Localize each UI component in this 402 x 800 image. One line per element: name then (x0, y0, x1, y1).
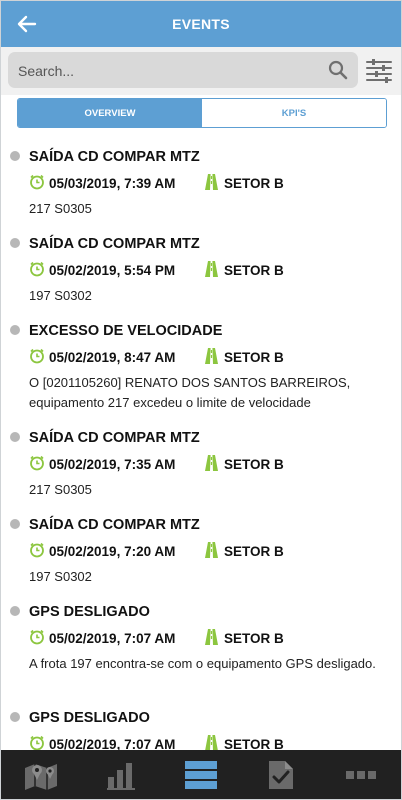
nav-checklist[interactable] (241, 750, 321, 799)
nav-map[interactable] (1, 750, 81, 799)
event-description: A frota 197 encontra-se com o equipament… (29, 656, 376, 671)
event-datetime: 05/03/2019, 7:39 AM (49, 176, 176, 191)
clock-icon (30, 261, 44, 277)
event-title: EXCESSO DE VELOCIDADE (29, 323, 223, 339)
event-meta: 05/03/2019, 7:39 AM SETOR B (29, 174, 389, 194)
event-sector: SETOR B (224, 737, 284, 750)
event-sector: SETOR B (224, 350, 284, 365)
status-dot (10, 238, 20, 248)
event-datetime: 05/02/2019, 5:54 PM (49, 263, 176, 278)
event-title: SAÍDA CD COMPAR MTZ (29, 517, 200, 533)
road-icon (205, 735, 218, 750)
event-sector: SETOR B (224, 263, 284, 278)
page-title: EVENTS (172, 16, 230, 32)
nav-more[interactable] (321, 750, 401, 799)
clock-icon (30, 348, 44, 364)
event-meta: 05/02/2019, 5:54 PM SETOR B (29, 261, 389, 281)
event-meta: 05/02/2019, 8:47 AM SETOR B (29, 348, 389, 368)
event-title: SAÍDA CD COMPAR MTZ (29, 236, 200, 252)
tab-overview[interactable]: OVERVIEW (18, 99, 202, 127)
search-input[interactable] (18, 60, 308, 82)
event-item[interactable]: SAÍDA CD COMPAR MTZ 05/03/2019, 7:39 AM … (1, 141, 401, 219)
event-meta: 05/02/2019, 7:35 AM SETOR B (29, 455, 389, 475)
event-title: SAÍDA CD COMPAR MTZ (29, 430, 200, 446)
road-icon (205, 348, 218, 364)
road-icon (205, 455, 218, 471)
event-meta: 05/02/2019, 7:20 AM SETOR B (29, 542, 389, 562)
bottom-nav (1, 750, 401, 799)
list-icon (185, 760, 217, 789)
event-description: 197 S0302 (29, 569, 92, 584)
road-icon (205, 542, 218, 558)
event-sector: SETOR B (224, 544, 284, 559)
checklist-icon (269, 760, 293, 789)
event-datetime: 05/02/2019, 7:07 AM (49, 631, 176, 646)
clock-icon (30, 629, 44, 645)
event-item[interactable]: GPS DESLIGADO 05/02/2019, 7:07 AM SETOR … (1, 702, 401, 750)
event-datetime: 05/02/2019, 7:20 AM (49, 544, 176, 559)
event-datetime: 05/02/2019, 8:47 AM (49, 350, 176, 365)
event-sector: SETOR B (224, 176, 284, 191)
event-meta: 05/02/2019, 7:07 AM SETOR B (29, 629, 389, 649)
event-datetime: 05/02/2019, 7:07 AM (49, 737, 176, 750)
search-bar (1, 47, 401, 95)
status-dot (10, 432, 20, 442)
bar-chart-icon (107, 762, 135, 790)
road-icon (205, 174, 218, 190)
road-icon (205, 261, 218, 277)
event-item[interactable]: EXCESSO DE VELOCIDADE 05/02/2019, 8:47 A… (1, 315, 401, 413)
event-item[interactable]: SAÍDA CD COMPAR MTZ 05/02/2019, 7:35 AM … (1, 422, 401, 500)
app-frame: EVENTS OVERVIEW KPI (0, 0, 402, 800)
event-description: O [0201105260] RENATO DOS SANTOS BARREIR… (29, 375, 351, 410)
event-sector: SETOR B (224, 631, 284, 646)
event-description: 217 S0305 (29, 201, 92, 216)
clock-icon (30, 455, 44, 471)
tab-segment: OVERVIEW KPI'S (17, 98, 387, 128)
event-item[interactable]: SAÍDA CD COMPAR MTZ 05/02/2019, 5:54 PM … (1, 228, 401, 306)
event-title: GPS DESLIGADO (29, 604, 150, 620)
tab-kpis[interactable]: KPI'S (202, 99, 386, 127)
more-icon (346, 770, 376, 779)
clock-icon (30, 542, 44, 558)
event-sector: SETOR B (224, 457, 284, 472)
filter-sliders-icon[interactable] (365, 57, 393, 85)
clock-icon (30, 735, 44, 750)
status-dot (10, 151, 20, 161)
event-item[interactable]: SAÍDA CD COMPAR MTZ 05/02/2019, 7:20 AM … (1, 509, 401, 587)
search-icon[interactable] (328, 60, 348, 80)
event-description: 197 S0302 (29, 288, 92, 303)
app-bar: EVENTS (1, 1, 401, 47)
map-icon (25, 763, 57, 790)
status-dot (10, 606, 20, 616)
status-dot (10, 519, 20, 529)
event-datetime: 05/02/2019, 7:35 AM (49, 457, 176, 472)
events-list: SAÍDA CD COMPAR MTZ 05/03/2019, 7:39 AM … (1, 136, 401, 750)
event-meta: 05/02/2019, 7:07 AM SETOR B (29, 735, 389, 750)
clock-icon (30, 174, 44, 190)
nav-reports[interactable] (81, 750, 161, 799)
status-dot (10, 712, 20, 722)
event-title: SAÍDA CD COMPAR MTZ (29, 149, 200, 165)
event-title: GPS DESLIGADO (29, 710, 150, 726)
event-item[interactable]: GPS DESLIGADO 05/02/2019, 7:07 AM SETOR … (1, 596, 401, 694)
nav-events[interactable] (161, 750, 241, 799)
event-description: 217 S0305 (29, 482, 92, 497)
search-box (8, 52, 358, 88)
road-icon (205, 629, 218, 645)
status-dot (10, 325, 20, 335)
